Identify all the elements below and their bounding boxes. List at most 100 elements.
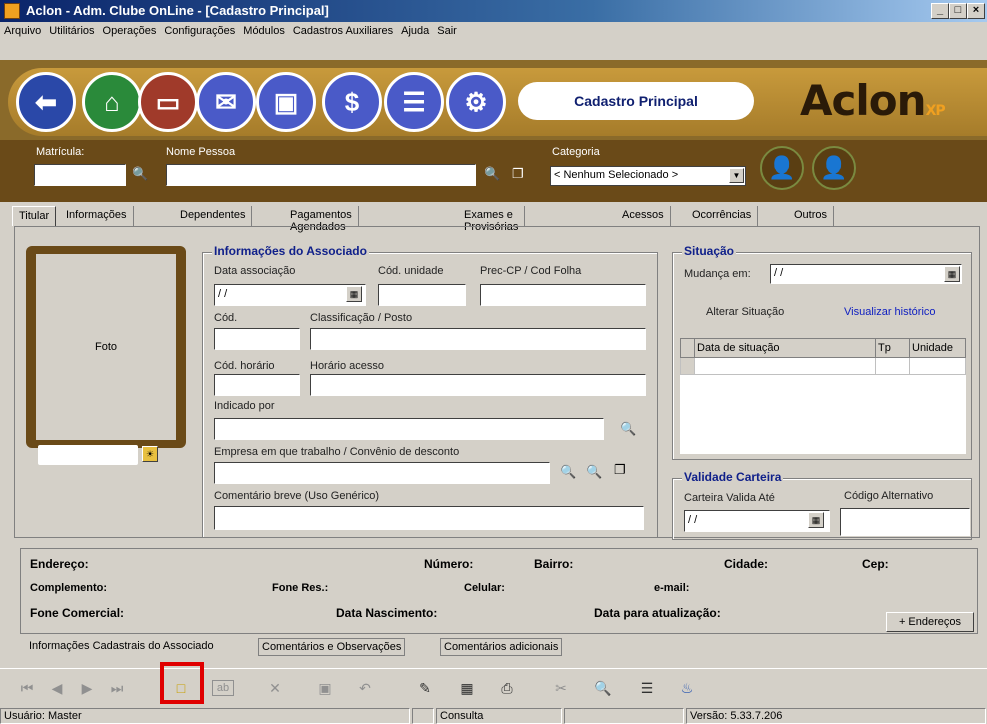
convenio-search-icon[interactable]: 🔍 (586, 464, 602, 480)
back-arrow-icon[interactable]: ⬅ (16, 72, 76, 132)
data-associacao-label: Data associação (214, 265, 296, 277)
person-male-icon[interactable]: 👤 (760, 146, 804, 190)
codigo-alternativo-input[interactable] (840, 508, 970, 536)
logo-suffix: XP (925, 103, 946, 119)
bairro-label: Bairro: (534, 557, 574, 571)
tab-comentarios-adicionais[interactable]: Comentários adicionais (440, 638, 563, 656)
tab-informacoes-cadastrais[interactable]: Informações Cadastrais do Associado (26, 638, 217, 656)
dollar-icon[interactable]: $ (322, 72, 382, 132)
table-cell[interactable] (875, 357, 910, 376)
delete-icon[interactable]: ✕ (264, 678, 286, 698)
eraser-icon[interactable]: ✎ (414, 678, 436, 698)
situacao-title: Situação (682, 244, 737, 258)
table-cell[interactable] (694, 357, 876, 376)
menu-operacoes[interactable]: Operações (99, 22, 161, 37)
mudanca-calendar-icon[interactable]: ▦ (944, 266, 960, 282)
tab-outros[interactable]: Outros (788, 206, 835, 226)
mail-icon[interactable]: ✉ (196, 72, 256, 132)
menu-modulos[interactable]: Módulos (239, 22, 289, 37)
menu-configuracoes[interactable]: Configurações (160, 22, 239, 37)
mudanca-value: / / (774, 267, 784, 279)
minimize-button[interactable]: _ (931, 3, 949, 19)
last-record-icon[interactable]: ⏭ (106, 678, 128, 698)
table-cell[interactable] (909, 357, 966, 376)
row-indicator-header (680, 337, 695, 359)
photo-area[interactable]: Foto (36, 254, 176, 440)
empresa-search-icon[interactable]: 🔍 (560, 464, 576, 480)
classificacao-input[interactable] (310, 328, 646, 350)
indicado-por-input[interactable] (214, 418, 604, 440)
horario-acesso-input[interactable] (310, 374, 646, 396)
menu-cadastros-auxiliares[interactable]: Cadastros Auxiliares (289, 22, 397, 37)
tab-dependentes[interactable]: Dependentes (174, 206, 253, 226)
cod-input[interactable] (214, 328, 300, 350)
comentario-input[interactable] (214, 506, 644, 530)
tab-acessos[interactable]: Acessos (616, 206, 671, 226)
photo-caption-field[interactable] (38, 445, 138, 465)
prev-record-icon[interactable]: ◀ (46, 678, 68, 698)
cod-horario-label: Cód. horário (214, 360, 275, 372)
attach-icon[interactable]: ✂ (550, 678, 572, 698)
undo-icon[interactable]: ↶ (354, 678, 376, 698)
person-female-icon[interactable]: 👤 (812, 146, 856, 190)
register-icon[interactable]: ❐ (512, 166, 524, 182)
menu-ajuda[interactable]: Ajuda (397, 22, 433, 37)
settings-document-icon[interactable]: ⚙ (446, 72, 506, 132)
col-tp[interactable]: Tp (875, 337, 910, 359)
menu-sair[interactable]: Sair (433, 22, 461, 37)
calculator-icon[interactable]: ▦ (456, 678, 478, 698)
visualizar-historico-link[interactable]: Visualizar histórico (844, 306, 936, 318)
indicado-search-icon[interactable]: 🔍 (620, 421, 636, 437)
documents-icon[interactable]: ☰ (384, 72, 444, 132)
fone-res-label: Fone Res.: (272, 582, 329, 594)
edit-field-icon[interactable]: ab (212, 680, 234, 696)
close-button[interactable]: × (967, 3, 985, 19)
tab-titular[interactable]: Titular (12, 206, 57, 226)
first-record-icon[interactable]: ⏮ (16, 678, 38, 698)
nome-search-icon[interactable]: 🔍 (484, 166, 500, 182)
calendar-icon[interactable]: ▦ (346, 286, 362, 302)
binoculars-icon[interactable]: 🔍 (592, 678, 614, 698)
alterar-situacao-label[interactable]: Alterar Situação (706, 306, 784, 318)
categoria-value: < Nenhum Selecionado > (554, 169, 679, 181)
tab-informacoes[interactable]: Informações (60, 206, 134, 226)
report-icon[interactable]: ☰ (636, 678, 658, 698)
categoria-select[interactable]: < Nenhum Selecionado > ▼ (550, 166, 746, 186)
save-icon[interactable]: ▣ (314, 678, 336, 698)
matricula-input[interactable] (34, 164, 126, 186)
camera-icon[interactable]: ☀ (142, 446, 158, 462)
app-icon (4, 3, 20, 19)
maximize-button[interactable]: □ (949, 3, 967, 19)
menu-arquivo[interactable]: Arquivo (0, 22, 45, 37)
cod-horario-input[interactable] (214, 374, 300, 396)
col-data-situacao[interactable]: Data de situação (694, 337, 876, 359)
nome-pessoa-input[interactable] (166, 164, 476, 186)
print-icon[interactable]: ⎙ (496, 678, 518, 698)
tab-ocorrencias[interactable]: Ocorrências (686, 206, 759, 226)
cod-unidade-input[interactable] (378, 284, 466, 306)
computer-icon[interactable]: ▣ (256, 72, 316, 132)
tab-exames-provisorias[interactable]: Exames e Provisórias (458, 206, 526, 233)
menu-utilitarios[interactable]: Utilitários (45, 22, 98, 37)
empresa-register-icon[interactable]: ❐ (614, 462, 626, 478)
exit-icon[interactable]: ♨ (676, 678, 698, 698)
data-associacao-input[interactable]: / / (214, 284, 366, 306)
mudanca-input[interactable]: / / (770, 264, 962, 284)
col-unidade[interactable]: Unidade (909, 337, 966, 359)
situacao-table[interactable]: Data de situação Tp Unidade (680, 337, 966, 454)
empresa-input[interactable] (214, 462, 550, 484)
classificacao-label: Classificação / Posto (310, 312, 413, 324)
valida-calendar-icon[interactable]: ▦ (808, 512, 824, 528)
status-usuario: Usuário: Master (0, 708, 410, 724)
home-icon[interactable]: ⌂ (82, 72, 142, 132)
title-bar: Aclon - Adm. Clube OnLine - [Cadastro Pr… (0, 0, 987, 22)
categoria-label: Categoria (552, 146, 600, 158)
prec-cp-input[interactable] (480, 284, 646, 306)
matricula-search-icon[interactable]: 🔍 (132, 166, 148, 182)
mais-enderecos-button[interactable]: + Endereços (886, 612, 974, 632)
tab-comentarios-observacoes[interactable]: Comentários e Observações (258, 638, 406, 656)
card-icon[interactable]: ▭ (138, 72, 198, 132)
comentario-label: Comentário breve (Uso Genérico) (214, 490, 380, 502)
next-record-icon[interactable]: ▶ (76, 678, 98, 698)
tab-pagamentos-agendados[interactable]: Pagamentos Agendados (284, 206, 359, 233)
